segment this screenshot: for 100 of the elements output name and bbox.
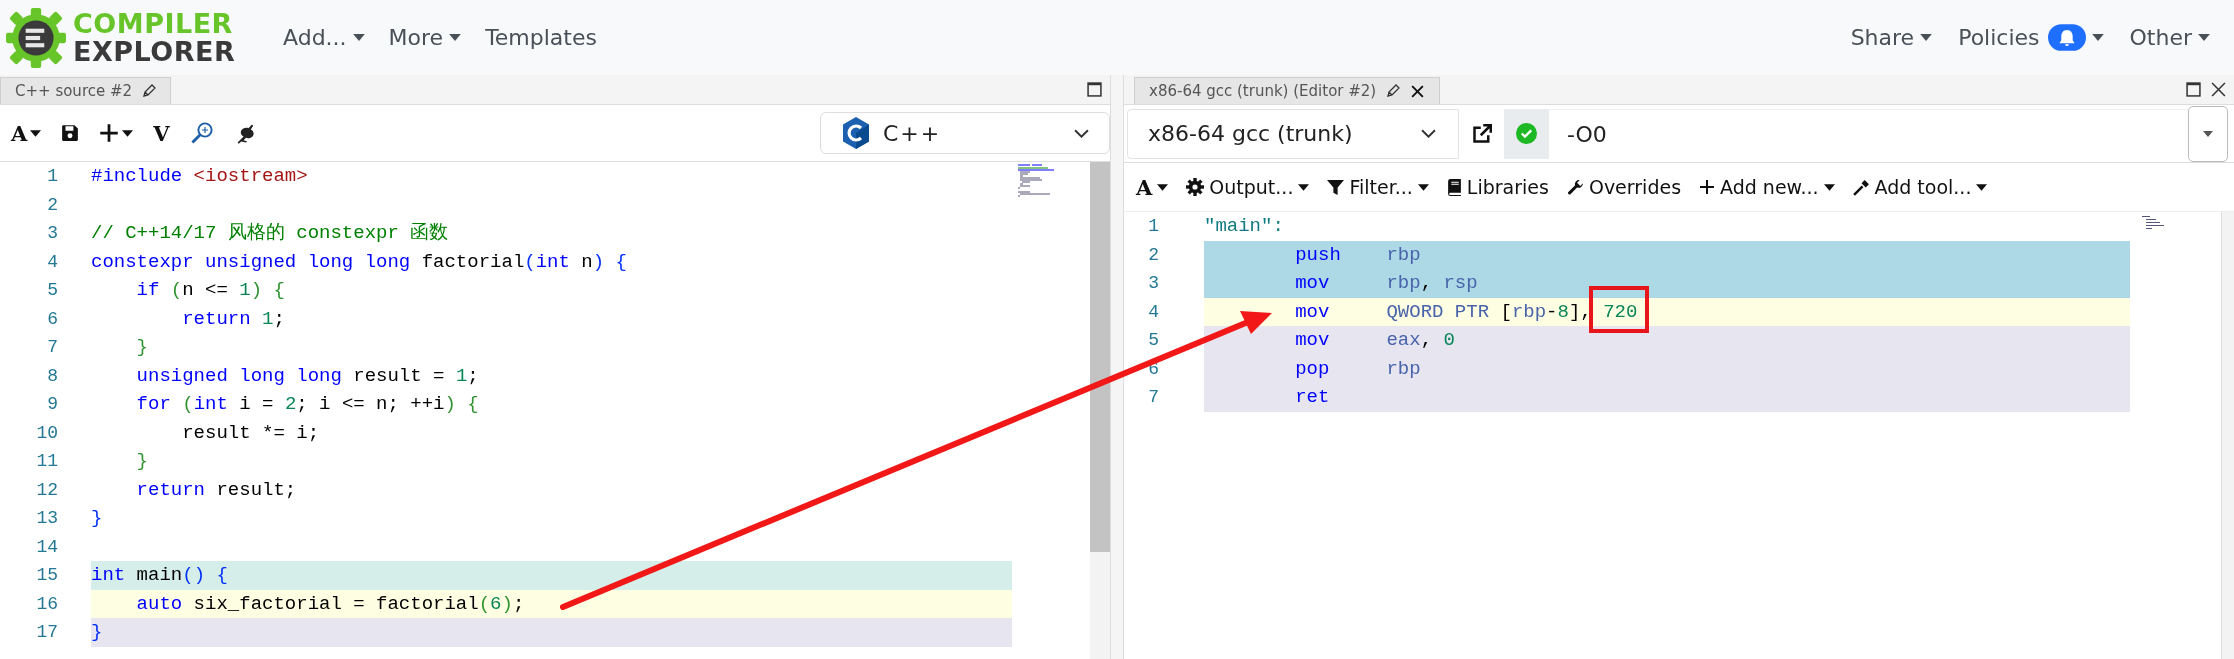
code-line: unsigned long long result = 1; (135, 364, 479, 387)
chevron-down-icon (1074, 128, 1089, 138)
hexagon-logo-icon (841, 116, 871, 150)
save-icon (61, 124, 80, 142)
code-line: auto six_factorial = factorial(6); (135, 592, 525, 615)
line-number: 1 (46, 165, 58, 188)
menu-item[interactable]: More (388, 25, 462, 50)
code-line: } (135, 336, 148, 358)
add-button[interactable]: Add new... (1697, 174, 1837, 200)
filter-button[interactable]: Filter... (1325, 174, 1431, 200)
caret-icon (30, 129, 42, 137)
code-line: #include <iostream> (91, 165, 308, 187)
code-line: mov rbp, rsp (1294, 272, 1478, 294)
chevron-down-icon (1421, 129, 1436, 138)
line-number: 13 (35, 507, 58, 530)
code-line: } (135, 450, 148, 472)
line-number: 16 (35, 592, 58, 616)
check-circle-icon (1516, 123, 1537, 144)
caret-icon (1823, 183, 1835, 191)
code-line: if (n <= 1) { (135, 279, 285, 301)
menu-item[interactable]: Share (1850, 24, 1933, 51)
overrides-button[interactable]: Overrides (1564, 174, 1684, 200)
add-tool-button[interactable]: Add tool... (1850, 174, 1990, 200)
editor-tab[interactable]: C++ source #2 (0, 77, 172, 104)
scrollbar[interactable] (1090, 162, 1110, 659)
caret-icon (449, 34, 462, 41)
line-number: 17 (35, 621, 58, 644)
line-number: 2 (1147, 243, 1159, 267)
line-number: 8 (46, 364, 58, 388)
line-number: 6 (46, 307, 58, 331)
close-icon[interactable] (2211, 82, 2226, 97)
code-line: pop rbp (1294, 357, 1421, 380)
external-link-icon (1471, 123, 1492, 144)
minimap-drawing (2142, 216, 2164, 229)
code-line: "main": (1204, 215, 1284, 237)
wand-icon (1852, 178, 1870, 196)
code-line: for (int i = 2; i <= n; ++i) { (135, 393, 479, 415)
line-number: 15 (35, 564, 58, 587)
line-number: 3 (46, 222, 58, 245)
caret-icon (1920, 34, 1933, 41)
line-number: 1 (1147, 215, 1159, 238)
logo-title: COMPILER (73, 9, 234, 38)
compiler-select[interactable]: x86-64 gcc (trunk) (1127, 108, 1459, 159)
line-number: 5 (46, 279, 58, 302)
line-number: 5 (1147, 329, 1159, 352)
libraries-button[interactable]: Libraries (1444, 174, 1551, 200)
scrollbar[interactable] (2221, 212, 2234, 659)
caret-icon (1417, 183, 1429, 191)
code-line: push rbp (1294, 243, 1421, 266)
maximize-icon[interactable] (2186, 82, 2201, 97)
funnel-icon (1327, 178, 1345, 196)
caret-icon (2198, 34, 2210, 41)
code-line: } (91, 621, 103, 643)
line-number: 3 (1147, 272, 1159, 295)
code-line: ret (1294, 386, 1330, 408)
line-number: 9 (46, 393, 58, 416)
plus-icon (99, 123, 120, 143)
code-line: // C++14/17 风格的 constexpr 函数 (91, 222, 449, 244)
code-line: result *= i; (181, 421, 320, 444)
code-line: return result; (135, 478, 297, 501)
language-name: C++ (883, 120, 942, 146)
compiler-tab[interactable]: x86-64 gcc (trunk) (Editor #2) (1134, 77, 1441, 104)
menu-item[interactable]: Add... (283, 25, 365, 50)
caret-icon (2203, 130, 2213, 137)
line-number: 10 (35, 421, 58, 445)
code-line: return 1; (181, 307, 285, 330)
menu-item[interactable]: Templates (485, 25, 597, 50)
gear-icon (1186, 178, 1205, 196)
caret-icon (1157, 183, 1169, 191)
font-button[interactable]: A (8, 116, 45, 150)
maximize-icon[interactable] (1087, 82, 1102, 97)
output-button[interactable]: Output... (1184, 174, 1312, 200)
bell-badge-icon (2047, 24, 2086, 51)
code-line: constexpr unsigned long long factorial(int n) { (91, 250, 627, 273)
font-button[interactable]: V (150, 116, 173, 150)
compiler-name: x86-64 gcc (trunk) (1148, 121, 1353, 146)
line-number: 2 (46, 193, 58, 217)
caret-icon (1976, 183, 1988, 191)
book-icon (1446, 178, 1462, 196)
caret-icon (352, 34, 365, 41)
pencil-icon (142, 84, 157, 98)
magnifier-icon (189, 121, 214, 145)
code-line: } (91, 507, 103, 529)
menu-item[interactable]: Policies (1958, 24, 2104, 51)
code-line: int main() { (91, 564, 228, 586)
close-icon[interactable] (1410, 83, 1426, 99)
highlight-box (1589, 286, 1649, 333)
line-number: 12 (35, 478, 58, 502)
menu-item[interactable]: Other (2129, 24, 2210, 51)
language-select[interactable]: C++ (820, 112, 1110, 154)
gear-logo-icon (5, 6, 67, 69)
line-number: 7 (46, 336, 58, 359)
line-number: 7 (1147, 386, 1159, 409)
line-number: 11 (35, 450, 58, 473)
caret-icon (2091, 34, 2104, 41)
line-number: 14 (35, 535, 58, 559)
caret-icon (1298, 183, 1310, 191)
plus-icon (1699, 179, 1716, 195)
font-button[interactable]: A (1134, 172, 1171, 202)
caret-icon (122, 129, 134, 137)
